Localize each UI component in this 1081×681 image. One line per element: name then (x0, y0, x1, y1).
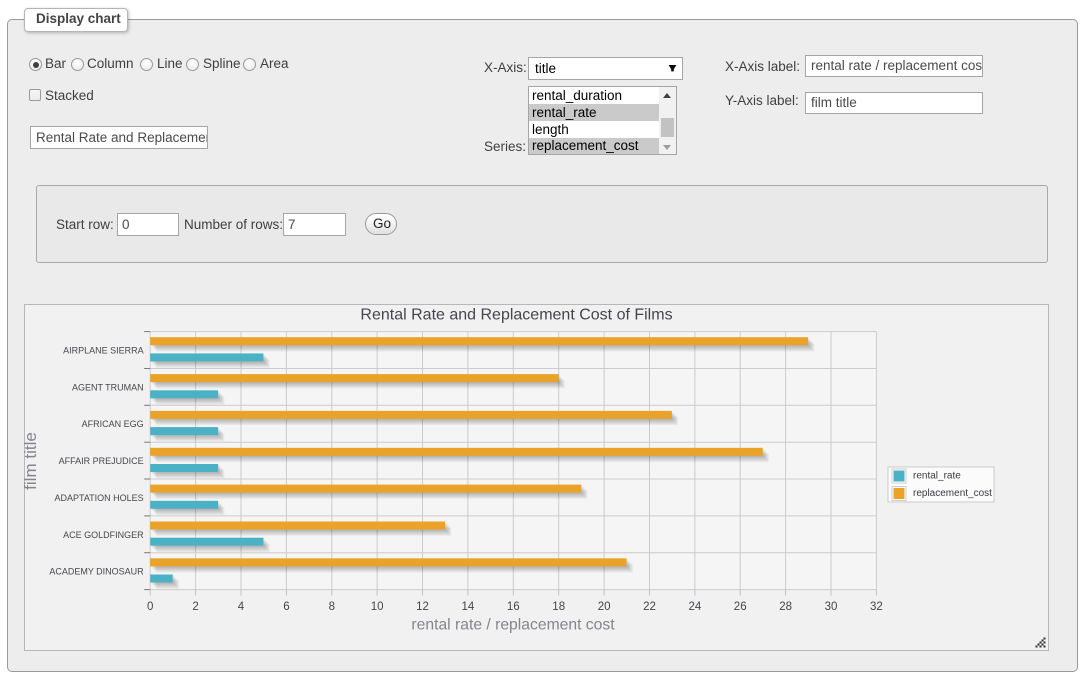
svg-text:replacement_cost: replacement_cost (913, 488, 992, 499)
svg-text:0: 0 (147, 601, 153, 613)
svg-text:AFFAIR PREJUDICE: AFFAIR PREJUDICE (59, 456, 144, 466)
svg-text:2: 2 (192, 601, 198, 613)
svg-text:8: 8 (329, 601, 335, 613)
svg-text:AGENT TRUMAN: AGENT TRUMAN (72, 382, 144, 392)
svg-text:AFRICAN EGG: AFRICAN EGG (82, 419, 144, 429)
svg-text:32: 32 (870, 601, 883, 613)
svg-text:20: 20 (598, 601, 611, 613)
svg-text:ACADEMY DINOSAUR: ACADEMY DINOSAUR (49, 567, 144, 577)
svg-text:26: 26 (734, 601, 747, 613)
svg-text:film title: film title (24, 432, 40, 490)
svg-text:18: 18 (552, 601, 565, 613)
svg-text:14: 14 (462, 601, 475, 613)
svg-text:6: 6 (283, 601, 289, 613)
svg-text:28: 28 (779, 601, 792, 613)
svg-text:22: 22 (643, 601, 656, 613)
svg-text:24: 24 (689, 601, 702, 613)
svg-text:rental rate / replacement cost: rental rate / replacement cost (411, 617, 615, 634)
svg-text:30: 30 (825, 601, 838, 613)
svg-text:Rental Rate and Replacement Co: Rental Rate and Replacement Cost of Film… (360, 307, 672, 324)
svg-text:12: 12 (416, 601, 429, 613)
svg-text:4: 4 (238, 601, 245, 613)
svg-text:16: 16 (507, 601, 520, 613)
svg-text:ADAPTATION HOLES: ADAPTATION HOLES (55, 493, 144, 503)
svg-text:ACE GOLDFINGER: ACE GOLDFINGER (63, 530, 144, 540)
svg-text:10: 10 (371, 601, 384, 613)
svg-text:AIRPLANE SIERRA: AIRPLANE SIERRA (63, 346, 144, 356)
svg-text:rental_rate: rental_rate (913, 471, 961, 482)
